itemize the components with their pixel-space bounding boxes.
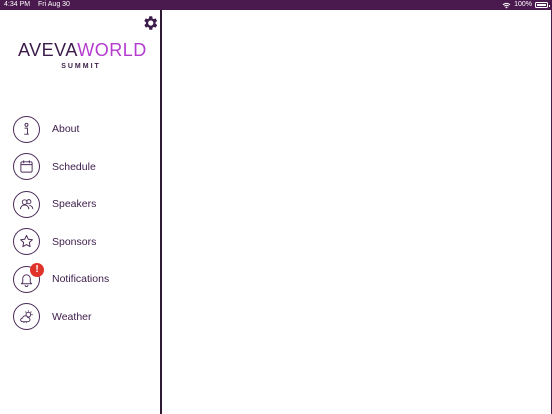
wifi-icon (502, 2, 511, 8)
star-icon (13, 228, 40, 256)
main-content (162, 10, 552, 414)
app-logo: AVEVAWORLD SUMMIT (18, 40, 147, 70)
menu-label-sponsors: Sponsors (52, 235, 97, 248)
calendar-icon (13, 153, 40, 181)
nav-menu: About Schedule Speakers Sponsors ! Notif… (13, 115, 158, 341)
menu-item-weather[interactable]: Weather (13, 303, 158, 331)
menu-item-sponsors[interactable]: Sponsors (13, 228, 158, 256)
menu-label-schedule: Schedule (52, 160, 96, 173)
menu-item-notifications[interactable]: ! Notifications (13, 262, 158, 293)
menu-label-notifications: Notifications (52, 273, 110, 286)
battery-fill (537, 4, 546, 6)
menu-label-weather: Weather (52, 310, 92, 323)
menu-label-speakers: Speakers (52, 198, 97, 211)
menu-item-speakers[interactable]: Speakers (13, 190, 158, 218)
logo-wordmark: AVEVAWORLD (18, 40, 147, 60)
battery-percent: 100% (514, 1, 532, 8)
status-right: 100% (502, 0, 550, 10)
logo-aveva: AVEVA (18, 40, 78, 60)
status-left: 4:34 PM Fri Aug 30 (4, 0, 70, 10)
status-date: Fri Aug 30 (38, 1, 70, 8)
weather-icon (13, 303, 40, 331)
people-icon (13, 190, 40, 218)
notification-badge: ! (30, 262, 44, 277)
logo-world: WORLD (77, 40, 147, 60)
sidebar: AVEVAWORLD SUMMIT About Schedule Speaker… (0, 10, 162, 414)
battery-icon (535, 2, 550, 8)
menu-item-about[interactable]: About (13, 115, 158, 143)
logo-subtitle: SUMMIT (61, 63, 101, 70)
menu-item-schedule[interactable]: Schedule (13, 153, 158, 181)
menu-label-about: About (52, 123, 80, 135)
bell-icon: ! (13, 262, 44, 293)
status-time: 4:34 PM (4, 1, 31, 8)
gear-icon[interactable] (141, 14, 159, 32)
status-bar: 4:34 PM Fri Aug 30 100% (0, 0, 552, 10)
info-icon (13, 115, 40, 143)
